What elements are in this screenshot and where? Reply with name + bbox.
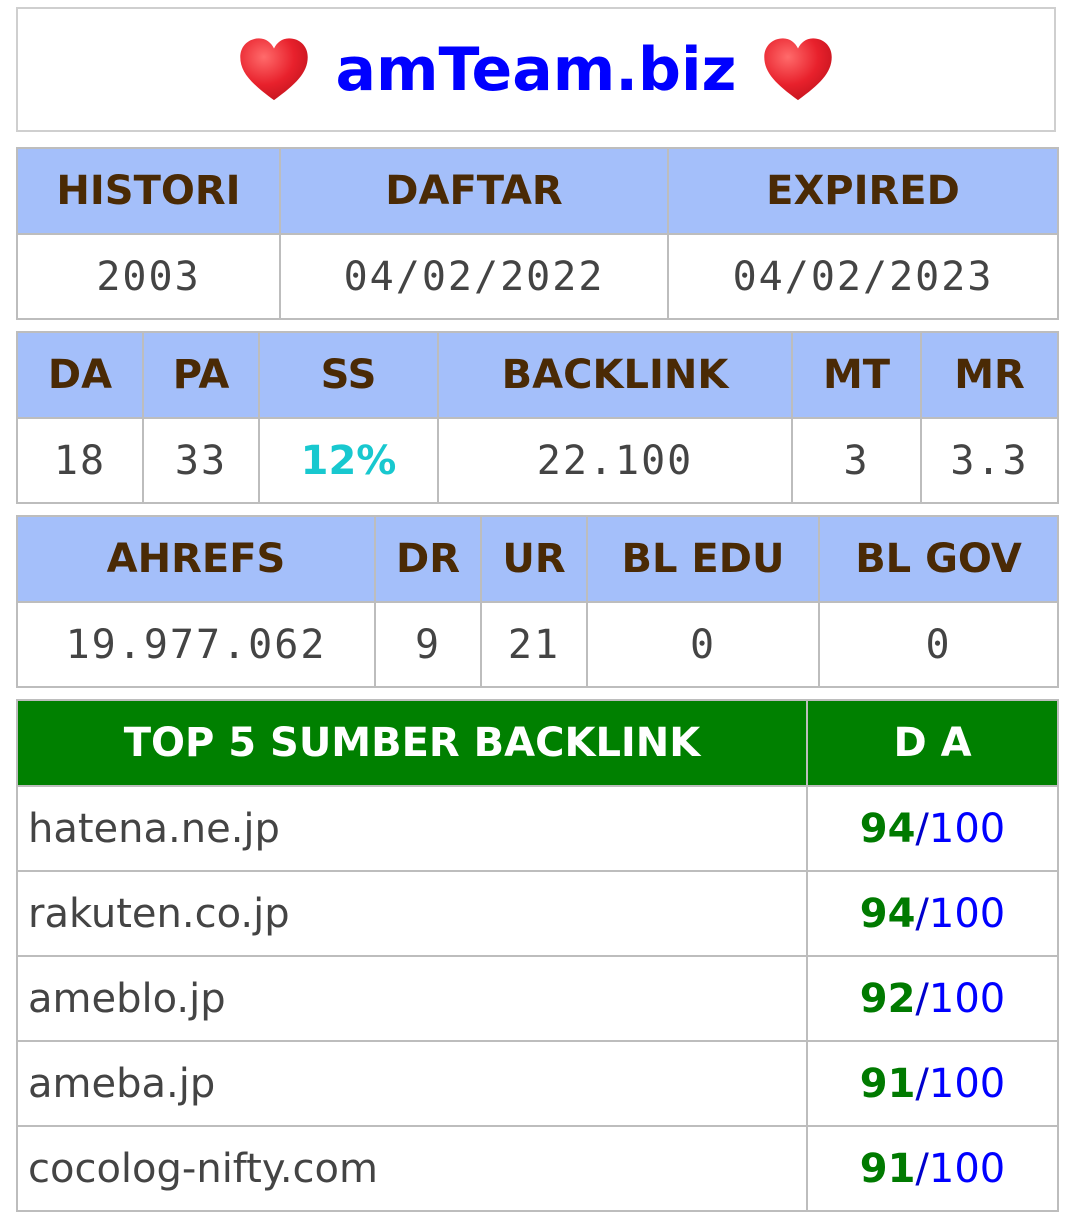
- heart-icon: [239, 37, 308, 100]
- backlink-source: rakuten.co.jp: [16, 870, 808, 957]
- bl-edu-header: BL EDU: [586, 515, 820, 603]
- backlink-source: ameblo.jp: [16, 955, 808, 1042]
- site-title-box: amTeam.biz: [16, 7, 1056, 132]
- backlink-da: 94/100: [806, 870, 1059, 957]
- da-max: 100: [928, 805, 1006, 852]
- da-max: 100: [928, 1060, 1006, 1107]
- da-max: 100: [928, 1145, 1006, 1192]
- ahrefs-header: AHREFS: [16, 515, 376, 603]
- da-value: 18: [16, 417, 144, 504]
- bl-edu-value: 0: [586, 601, 820, 688]
- da-separator: /: [915, 1060, 929, 1107]
- backlink-source: hatena.ne.jp: [16, 785, 808, 872]
- pa-value: 33: [142, 417, 260, 504]
- site-title: amTeam.biz: [335, 34, 737, 105]
- top5-da-header: D A: [806, 699, 1059, 787]
- expired-header: EXPIRED: [667, 147, 1059, 235]
- mr-header: MR: [920, 331, 1059, 419]
- top5-source-header: TOP 5 SUMBER BACKLINK: [16, 699, 808, 787]
- dr-value: 9: [374, 601, 482, 688]
- backlink-value: 22.100: [437, 417, 793, 504]
- bl-gov-header: BL GOV: [818, 515, 1059, 603]
- table-row: ameba.jp 91/100: [16, 1040, 1059, 1127]
- da-score: 91: [859, 1060, 916, 1107]
- da-score: 94: [859, 890, 916, 937]
- mt-header: MT: [791, 331, 922, 419]
- table-row: cocolog-nifty.com 91/100: [16, 1125, 1059, 1212]
- da-max: 100: [928, 890, 1006, 937]
- backlink-source: ameba.jp: [16, 1040, 808, 1127]
- histori-header: HISTORI: [16, 147, 281, 235]
- da-header: DA: [16, 331, 144, 419]
- ahrefs-value: 19.977.062: [16, 601, 376, 688]
- table-row: rakuten.co.jp 94/100: [16, 870, 1059, 957]
- dr-header: DR: [374, 515, 482, 603]
- table-row: ameblo.jp 92/100: [16, 955, 1059, 1042]
- histori-value: 2003: [16, 233, 281, 320]
- backlink-header: BACKLINK: [437, 331, 793, 419]
- domain-dates-table: HISTORI DAFTAR EXPIRED 2003 04/02/2022 0…: [16, 147, 1059, 320]
- daftar-value: 04/02/2022: [279, 233, 669, 320]
- expired-value: 04/02/2023: [667, 233, 1059, 320]
- backlink-da: 92/100: [806, 955, 1059, 1042]
- backlink-da: 91/100: [806, 1040, 1059, 1127]
- moz-metrics-table: DA PA SS BACKLINK MT MR 18 33 12% 22.100…: [16, 331, 1059, 504]
- da-separator: /: [915, 1145, 929, 1192]
- ss-header: SS: [258, 331, 439, 419]
- backlink-da: 94/100: [806, 785, 1059, 872]
- pa-header: PA: [142, 331, 260, 419]
- mr-value: 3.3: [920, 417, 1059, 504]
- table-row: hatena.ne.jp 94/100: [16, 785, 1059, 872]
- bl-gov-value: 0: [818, 601, 1059, 688]
- da-separator: /: [915, 890, 929, 937]
- heart-icon: [764, 37, 833, 100]
- ss-value: 12%: [258, 417, 439, 504]
- ur-header: UR: [480, 515, 588, 603]
- da-score: 91: [859, 1145, 916, 1192]
- backlink-source: cocolog-nifty.com: [16, 1125, 808, 1212]
- ur-value: 21: [480, 601, 588, 688]
- da-max: 100: [928, 975, 1006, 1022]
- top-backlink-sources-table: TOP 5 SUMBER BACKLINK D A hatena.ne.jp 9…: [16, 699, 1059, 1212]
- backlink-da: 91/100: [806, 1125, 1059, 1212]
- daftar-header: DAFTAR: [279, 147, 669, 235]
- da-score: 94: [859, 805, 916, 852]
- mt-value: 3: [791, 417, 922, 504]
- da-separator: /: [915, 805, 929, 852]
- da-separator: /: [915, 975, 929, 1022]
- da-score: 92: [859, 975, 916, 1022]
- ahrefs-metrics-table: AHREFS DR UR BL EDU BL GOV 19.977.062 9 …: [16, 515, 1059, 688]
